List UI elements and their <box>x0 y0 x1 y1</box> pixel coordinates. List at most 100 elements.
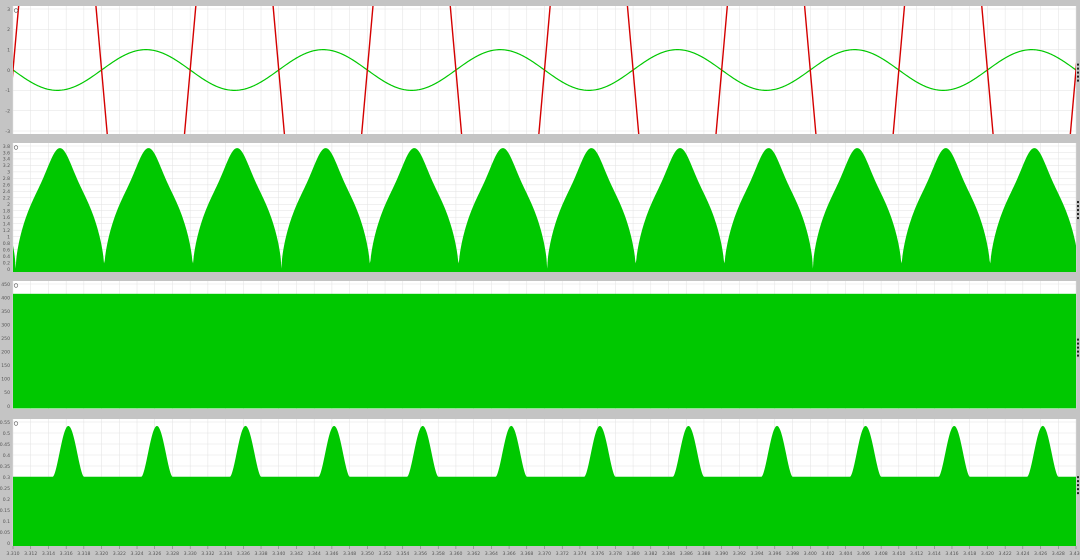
y-tick-label: -1 <box>5 88 10 94</box>
x-tick-label: 3.352 <box>378 551 391 557</box>
oscilloscope-view: 3210-1-2-33.83.63.43.232.82.62.42.221.81… <box>0 2 1080 557</box>
x-tick-label: 3.366 <box>502 551 515 557</box>
y-tick-label: 2.8 <box>3 176 10 182</box>
x-tick-label: 3.310 <box>6 551 19 557</box>
x-tick-label: 3.394 <box>751 551 764 557</box>
x-tick-label: 3.402 <box>821 551 834 557</box>
x-tick-label: 3.328 <box>166 551 179 557</box>
y-tick-label: 0.6 <box>3 247 10 253</box>
y-tick-label: 1.2 <box>3 228 10 234</box>
y-tick-label: 3.8 <box>3 144 10 150</box>
x-tick-label: 3.318 <box>77 551 90 557</box>
x-tick-label: 3.414 <box>928 551 941 557</box>
y-tick-label: 0.45 <box>0 442 10 448</box>
y-tick-label: 3 <box>7 170 10 176</box>
x-tick-label: 3.312 <box>24 551 37 557</box>
x-tick-label: 3.350 <box>361 551 374 557</box>
y-tick-label: 150 <box>1 363 10 369</box>
x-tick-label: 3.384 <box>662 551 675 557</box>
x-tick-label: 3.416 <box>945 551 958 557</box>
x-tick-label: 3.362 <box>467 551 480 557</box>
y-tick-label: 0.05 <box>0 530 10 536</box>
plot-panel-3[interactable]: 450 400 350 300 250 200 150 100 50 0 <box>1 281 1079 410</box>
x-tick-label: 3.420 <box>981 551 994 557</box>
y-tick-label: -2 <box>5 108 10 114</box>
y-tick-label: 450 <box>1 282 10 288</box>
x-tick-label: 3.360 <box>449 551 462 557</box>
x-tick-label: 3.388 <box>697 551 710 557</box>
x-tick-label: 3.428 <box>1052 551 1065 557</box>
y-tick-label: 0.15 <box>0 508 10 514</box>
y-tick-label: 1.6 <box>3 215 10 221</box>
dotted-cursor-icon[interactable] <box>1077 63 1079 82</box>
x-tick-label: 3.412 <box>910 551 923 557</box>
x-tick-label: 3.372 <box>556 551 569 557</box>
y-tick-label: 2 <box>7 202 10 208</box>
y-tick-label: 2 <box>7 27 10 33</box>
x-tick-label: 3.348 <box>343 551 356 557</box>
x-tick-label: 3.374 <box>573 551 586 557</box>
y-tick-label: 0.3 <box>3 475 10 481</box>
x-tick-label: 3.424 <box>1016 551 1029 557</box>
x-tick-label: 3.378 <box>609 551 622 557</box>
x-tick-label: 3.330 <box>184 551 197 557</box>
x-tick-label: 3.370 <box>538 551 551 557</box>
x-tick-label: 3.376 <box>591 551 604 557</box>
dotted-cursor-icon[interactable] <box>1077 338 1079 357</box>
x-tick-label: 3.364 <box>485 551 498 557</box>
y-tick-label: 1.8 <box>3 209 10 215</box>
series-dense-band <box>13 293 1076 409</box>
x-tick-label: 3.380 <box>627 551 640 557</box>
x-tick-label: 3.406 <box>857 551 870 557</box>
x-tick-label: 3.410 <box>892 551 905 557</box>
y-tick-label: 1.4 <box>3 221 10 227</box>
x-axis: 3.310 3.312 3.314 3.316 3.318 3.320 3.322 3.324… <box>6 546 1080 557</box>
x-tick-label: 3.338 <box>254 551 267 557</box>
y-tick-label: 300 <box>1 322 10 328</box>
x-tick-label: 3.386 <box>680 551 693 557</box>
y-tick-label: 2.2 <box>3 196 10 202</box>
y-tick-label: 0.8 <box>3 241 10 247</box>
x-tick-label: 3.344 <box>308 551 321 557</box>
x-tick-label: 3.426 <box>1034 551 1047 557</box>
y-tick-label: 0.25 <box>0 486 10 492</box>
y-tick-label: 2.4 <box>3 189 10 195</box>
x-tick-label: 3.418 <box>963 551 976 557</box>
y-tick-label: 2.6 <box>3 183 10 189</box>
x-tick-label: 3.368 <box>520 551 533 557</box>
y-tick-label: 0.2 <box>3 497 10 503</box>
y-tick-label: 200 <box>1 350 10 356</box>
y-tick-label: 0.5 <box>3 431 10 437</box>
y-tick-label: 3 <box>7 7 10 13</box>
x-tick-label: 3.316 <box>60 551 73 557</box>
x-tick-label: 3.382 <box>644 551 657 557</box>
y-tick-label: 0.4 <box>3 254 10 260</box>
x-tick-label: 3.314 <box>42 551 55 557</box>
plot-panel-4[interactable]: 0.55 0.5 0.45 0.4 0.35 0.3 0.25 0.2 0.15 0.1 0.05 0 <box>0 419 1079 547</box>
x-tick-label: 3.354 <box>396 551 409 557</box>
plot-panel-2[interactable]: 3.83.63.43.232.82.62.42.221.81.61.41.210… <box>3 143 1079 273</box>
x-tick-label: 3.358 <box>432 551 445 557</box>
plot-panel-1[interactable]: 3 2 1 0 -1 -2 -3 <box>5 2 1080 138</box>
x-tick-label: 3.326 <box>148 551 161 557</box>
x-tick-label: 3.334 <box>219 551 232 557</box>
x-tick-label: 3.340 <box>272 551 285 557</box>
x-tick-label: 3.398 <box>786 551 799 557</box>
x-tick-label: 3.356 <box>414 551 427 557</box>
y-tick-label: 0.35 <box>0 464 10 470</box>
y-tick-label: 3.4 <box>3 157 10 163</box>
y-tick-label: 0.4 <box>3 453 10 459</box>
y-tick-label: 0 <box>7 267 10 273</box>
y-tick-label: 1 <box>7 47 10 53</box>
dotted-cursor-icon[interactable] <box>1077 476 1079 495</box>
x-tick-label: 3.400 <box>804 551 817 557</box>
x-tick-label: 3.332 <box>201 551 214 557</box>
y-tick-label: 350 <box>1 309 10 315</box>
x-tick-label: 3.346 <box>325 551 338 557</box>
y-tick-label: 3.6 <box>3 150 10 156</box>
x-tick-label: 3.320 <box>95 551 108 557</box>
x-tick-label: 3.390 <box>715 551 728 557</box>
x-tick-label: 3.396 <box>768 551 781 557</box>
y-tick-label: 1 <box>7 234 10 240</box>
dotted-cursor-icon[interactable] <box>1077 201 1079 220</box>
